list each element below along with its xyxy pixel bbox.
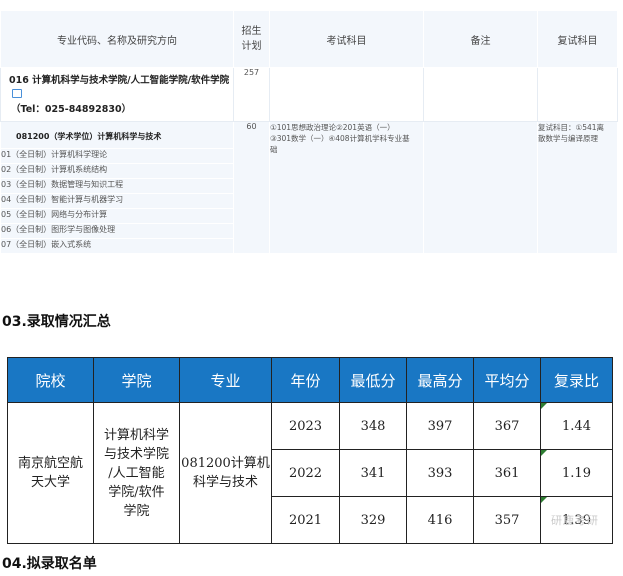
col-header-avg-score: 平均分 [473,357,541,403]
dept-name-text: 016 计算机科学与技术学院/人工智能学院/软件学院 [9,75,230,86]
col-header-min-score: 最低分 [339,357,407,403]
year-cell: 2022 [271,449,340,497]
comment-icon[interactable] [12,89,22,98]
exam-line-1: ①101思想政治理论②201英语（一） [270,123,395,132]
header-retest: 复试科目 [537,10,618,68]
direction-item: 06（全日制）图形学与图像处理 [0,223,234,239]
max-score-cell: 416 [406,496,474,544]
col-header-ratio: 复录比 [540,357,613,403]
dept-tel: （Tel：025-84892830） [11,104,132,115]
major-line-1: 081200计算机 [181,456,270,471]
dept-quota: 257 [233,67,270,122]
header-note: 备注 [423,10,538,68]
admission-summary-table: 院校 学院 专业 年份 最低分 最高分 平均分 复录比 南京航空航 天大学 计算… [7,357,613,544]
cell-marker-icon [541,450,547,456]
direction-item: 07（全日制）嵌入式系统 [0,238,234,254]
major-retest: 复试科目：①541离 散数学与编译原理 [537,121,618,254]
header-quota: 招生 计划 [233,10,270,68]
year-cell: 2021 [271,496,340,544]
catalog-header-row: 专业代码、名称及研究方向 招生 计划 考试科目 备注 复试科目 [0,10,618,68]
max-score-cell: 393 [406,449,474,497]
min-score-cell: 348 [339,402,407,450]
retest-line-2: 散数学与编译原理 [538,134,598,143]
direction-item: 04（全日制）智能计算与机器学习 [0,193,234,209]
college-line: /人工智能 [108,465,165,481]
retest-line-1: 复试科目：①541离 [538,123,605,132]
direction-item: 01（全日制）计算机科学理论 [0,148,234,164]
avg-score-cell: 367 [473,402,541,450]
college-cell: 计算机科学 与技术学院 /人工智能 学院/软件 学院 [93,402,180,544]
major-name: 081200（学术学位）计算机科学与技术 [16,132,162,141]
dept-retest-empty [537,67,618,122]
avg-score-cell: 361 [473,449,541,497]
cell-marker-icon [541,403,547,409]
dept-row: 016 计算机科学与技术学院/人工智能学院/软件学院 （Tel：025-8489… [0,67,618,122]
header-quota-line1: 招生 [241,26,262,37]
direction-item: 05（全日制）网络与分布计算 [0,208,234,224]
direction-item: 02（全日制）计算机系统结构 [0,163,234,179]
col-header-major: 专业 [179,357,272,403]
year-cell: 2023 [271,402,340,450]
ratio-value: 1.44 [562,418,591,434]
header-code-name: 专业代码、名称及研究方向 [0,10,234,68]
avg-score-cell: 357 [473,496,541,544]
col-header-college: 学院 [93,357,180,403]
max-score-cell: 397 [406,402,474,450]
col-header-school: 院校 [7,357,94,403]
exam-line-3: 础 [270,145,278,154]
dept-exam-empty [269,67,424,122]
cell-marker-icon [541,497,547,503]
college-line: 与技术学院 [103,446,169,462]
ratio-value: 1.19 [562,465,591,481]
major-row: 081200（学术学位）计算机科学与技术 60 ①101思想政治理论②201英语… [0,121,618,254]
dept-name: 016 计算机科学与技术学院/人工智能学院/软件学院 [1,68,233,100]
direction-item: 03（全日制）数据管理与知识工程 [0,178,234,194]
ratio-cell: 1.44 [540,402,613,450]
major-cell: 081200计算机 科学与技术 [179,402,272,544]
dept-note-empty [423,67,538,122]
ratio-cell: 1.19 [540,449,613,497]
header-quota-line2: 计划 [241,41,262,52]
school-line-1: 南京航空航 [17,456,83,471]
college-line: 学院/软件 [108,484,165,500]
min-score-cell: 341 [339,449,407,497]
major-quota: 60 [233,121,270,254]
college-line: 学院 [123,503,150,519]
school-line-2: 天大学 [30,475,70,490]
major-exam-subjects: ①101思想政治理论②201英语（一） ③301数学（一）④408计算机学科专业… [269,121,424,254]
watermark: 研鹿考研 [551,514,599,527]
major-line-2: 科学与技术 [192,475,258,490]
min-score-cell: 329 [339,496,407,544]
major-note [423,121,538,254]
col-header-max-score: 最高分 [406,357,474,403]
exam-line-2: ③301数学（一）④408计算机学科专业基 [270,134,410,143]
major-name-cell: 081200（学术学位）计算机科学与技术 [0,121,234,149]
section-title-admission-summary: 03.录取情况汇总 [2,314,111,330]
dept-cell: 016 计算机科学与技术学院/人工智能学院/软件学院 （Tel：025-8489… [0,67,234,122]
header-exam: 考试科目 [269,10,424,68]
catalog-table: 专业代码、名称及研究方向 招生 计划 考试科目 备注 复试科目 016 计算机科… [0,10,618,254]
table-row: 南京航空航 天大学 计算机科学 与技术学院 /人工智能 学院/软件 学院 081… [7,402,613,544]
section-title-admission-list: 04.拟录取名单 [2,556,97,572]
col-header-year: 年份 [271,357,340,403]
admission-header-row: 院校 学院 专业 年份 最低分 最高分 平均分 复录比 [7,357,613,403]
school-cell: 南京航空航 天大学 [7,402,94,544]
college-line: 计算机科学 [103,427,169,443]
